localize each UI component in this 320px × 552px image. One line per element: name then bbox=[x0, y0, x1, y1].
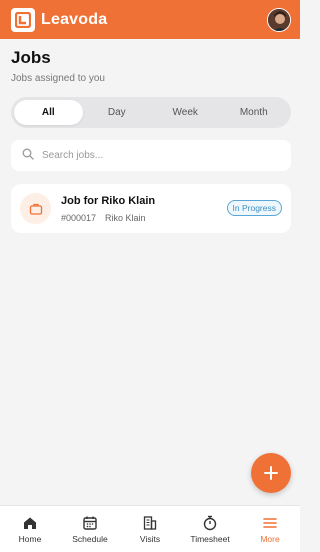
nav-label-home: Home bbox=[18, 533, 42, 544]
search-input[interactable] bbox=[42, 150, 272, 161]
nav-item-schedule[interactable]: Schedule bbox=[60, 506, 120, 552]
job-client: Riko Klain bbox=[105, 212, 146, 223]
app-bar: Leavoda bbox=[0, 0, 300, 39]
nav-item-visits[interactable]: Visits bbox=[120, 506, 180, 552]
job-title: Job for Riko Klain bbox=[61, 194, 156, 207]
bottom-nav: Home Schedule Visits Timesheet More bbox=[0, 505, 300, 552]
leavoda-logo-icon bbox=[11, 7, 35, 32]
app-name: Leavoda bbox=[41, 10, 108, 28]
menu-icon bbox=[263, 517, 277, 528]
plus-icon bbox=[264, 466, 278, 480]
page-title: Jobs bbox=[11, 48, 51, 67]
add-job-button[interactable] bbox=[251, 453, 291, 493]
job-number: #000017 bbox=[61, 212, 97, 223]
tab-week[interactable]: Week bbox=[151, 100, 220, 125]
briefcase-icon bbox=[20, 193, 51, 224]
tab-month[interactable]: Month bbox=[220, 100, 289, 125]
nav-label-schedule: Schedule bbox=[72, 533, 108, 544]
nav-label-timesheet: Timesheet bbox=[190, 533, 230, 544]
stopwatch-icon bbox=[203, 515, 217, 530]
page-subtitle: Jobs assigned to you bbox=[11, 73, 105, 84]
nav-item-home[interactable]: Home bbox=[0, 506, 60, 552]
search-bar[interactable] bbox=[11, 140, 291, 171]
status-badge: In Progress bbox=[226, 200, 282, 216]
nav-item-more[interactable]: More bbox=[240, 506, 300, 552]
brand[interactable]: Leavoda bbox=[11, 7, 108, 32]
avatar[interactable] bbox=[267, 7, 291, 32]
tab-day[interactable]: Day bbox=[83, 100, 152, 125]
nav-item-timesheet[interactable]: Timesheet bbox=[180, 506, 240, 552]
home-icon bbox=[24, 517, 36, 529]
building-icon bbox=[143, 515, 157, 530]
calendar-icon bbox=[83, 516, 97, 530]
nav-label-visits: Visits bbox=[139, 533, 161, 544]
filter-tabs: All Day Week Month bbox=[11, 97, 291, 128]
nav-label-more: More bbox=[260, 533, 280, 544]
tab-all[interactable]: All bbox=[14, 100, 83, 125]
search-icon bbox=[22, 147, 34, 165]
job-card[interactable]: Job for Riko Klain #000017 Riko Klain In… bbox=[11, 184, 291, 233]
